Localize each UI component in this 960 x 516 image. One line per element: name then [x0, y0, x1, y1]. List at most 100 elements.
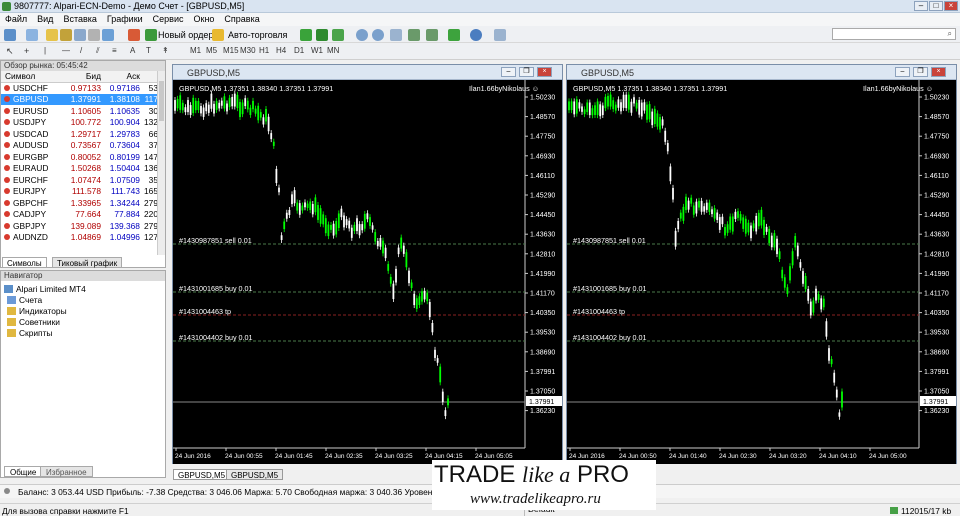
navigator-icon[interactable]: [74, 29, 86, 41]
maximize-button[interactable]: □: [929, 1, 943, 11]
symbol-row[interactable]: USDCAD 1.29717 1.29783 66: [1, 128, 158, 140]
indicators-icon[interactable]: [448, 29, 460, 41]
chart-2-minimize-button[interactable]: –: [895, 67, 910, 77]
candle-body: [213, 103, 215, 114]
chart-tab-1[interactable]: GBPUSD,M5: [173, 469, 231, 480]
terminal-icon[interactable]: [88, 29, 100, 41]
column-spread[interactable]: [139, 71, 158, 83]
chart-shift-icon[interactable]: [426, 29, 438, 41]
market-watch-icon[interactable]: [46, 29, 58, 41]
templates-icon[interactable]: [494, 29, 506, 41]
label-icon[interactable]: T: [146, 46, 151, 57]
text-icon[interactable]: A: [130, 46, 135, 57]
column-bid[interactable]: Бид: [62, 71, 101, 83]
timeframe-mn[interactable]: MN: [327, 46, 339, 57]
timeframe-w1[interactable]: W1: [311, 46, 323, 57]
navigator-root[interactable]: Alpari Limited MT4: [4, 284, 86, 294]
menu-charts[interactable]: Графики: [102, 13, 148, 25]
navigator-scripts[interactable]: Скрипты: [7, 328, 52, 338]
timeframe-h4[interactable]: H4: [276, 46, 286, 57]
vertical-line-icon[interactable]: |: [44, 46, 46, 57]
candle-body: [202, 107, 205, 117]
menu-file[interactable]: Файл: [0, 13, 32, 25]
zoom-in-icon[interactable]: [356, 29, 368, 41]
symbol-row[interactable]: GBPUSD 1.37991 1.38108 117: [1, 93, 158, 105]
line-chart-icon[interactable]: [332, 29, 344, 41]
autotrading-button[interactable]: Авто-торговля: [228, 30, 287, 40]
profiles-icon[interactable]: [26, 29, 38, 41]
symbol-row[interactable]: USDCHF 0.97133 0.97186 53: [1, 82, 158, 94]
tab-tick-chart[interactable]: Тиковый график: [52, 257, 123, 268]
timeframe-d1[interactable]: D1: [294, 46, 304, 57]
candle-body: [570, 101, 573, 111]
candle-body: [703, 206, 706, 212]
navigator-experts[interactable]: Советники: [7, 317, 60, 327]
channel-icon[interactable]: ⫽: [96, 46, 100, 57]
chart-2-close-button[interactable]: ×: [931, 67, 946, 77]
symbol-row[interactable]: USDJPY 100.772 100.904 132: [1, 117, 158, 129]
chart-1-minimize-button[interactable]: –: [501, 67, 516, 77]
column-symbol[interactable]: Символ: [1, 71, 62, 83]
trendline-icon[interactable]: /: [80, 46, 82, 57]
chart-tab-2[interactable]: GBPUSD,M5: [226, 469, 284, 480]
column-ask[interactable]: Аск: [100, 71, 140, 83]
chart-1-restore-button[interactable]: ❐: [519, 67, 534, 77]
menu-view[interactable]: Вид: [32, 13, 58, 25]
candle-body: [635, 102, 638, 109]
timeframe-m5[interactable]: M5: [206, 46, 217, 57]
horizontal-line-icon[interactable]: —: [62, 46, 70, 57]
periods-icon[interactable]: [470, 29, 482, 41]
symbol-cell: EURAUD: [1, 163, 62, 175]
symbol-row[interactable]: AUDUSD 0.73567 0.73604 37: [1, 140, 158, 152]
candle-body: [444, 410, 447, 417]
candle-body: [236, 94, 239, 109]
chart-2-canvas[interactable]: 1.50230 1.48570 1.47750 1.46930 1.46110 1.452…: [567, 80, 956, 464]
navigator-accounts[interactable]: Счета: [7, 295, 42, 305]
tile-windows-icon[interactable]: [390, 29, 402, 41]
market-watch-scrollbar[interactable]: [157, 71, 165, 255]
zoom-out-icon[interactable]: [372, 29, 384, 41]
symbol-row[interactable]: GBPCHF 1.33965 1.34244 279: [1, 197, 158, 209]
data-window-icon[interactable]: [60, 29, 72, 41]
symbol-row[interactable]: EURJPY 111.578 111.743 165: [1, 186, 158, 198]
candle-body: [692, 205, 695, 215]
navigator-indicators[interactable]: Индикаторы: [7, 306, 67, 316]
fibo-icon[interactable]: ≡: [112, 46, 117, 57]
candle-body: [337, 213, 340, 229]
timeframe-h1[interactable]: H1: [259, 46, 269, 57]
arrows-icon[interactable]: ↟: [162, 46, 169, 57]
bar-chart-icon[interactable]: [300, 29, 312, 41]
symbol-row[interactable]: EURUSD 1.10605 1.10635 30: [1, 105, 158, 117]
menu-tools[interactable]: Сервис: [148, 13, 189, 25]
minimize-button[interactable]: –: [914, 1, 928, 11]
close-button[interactable]: ×: [944, 1, 958, 11]
symbol-row[interactable]: EURCHF 1.07474 1.07509 35: [1, 174, 158, 186]
chart-2-restore-button[interactable]: ❐: [913, 67, 928, 77]
symbol-row[interactable]: GBPJPY 139.089 139.368 279: [1, 220, 158, 232]
autoscroll-icon[interactable]: [408, 29, 420, 41]
tester-icon[interactable]: [102, 29, 114, 41]
candles-icon[interactable]: [316, 29, 328, 41]
chart-1-canvas[interactable]: 1.50230 1.48570 1.47750 1.46930 1.46110 1.452…: [173, 80, 562, 464]
tab-symbols[interactable]: Символы: [2, 257, 47, 268]
new-chart-icon[interactable]: [4, 29, 16, 41]
tab-favorites[interactable]: Избранное: [40, 466, 93, 477]
symbol-row[interactable]: EURGBP 0.80052 0.80199 147: [1, 151, 158, 163]
watermark-brand-trade: TRADE: [434, 461, 516, 488]
symbol-row[interactable]: EURAUD 1.50268 1.50404 136: [1, 163, 158, 175]
tab-common[interactable]: Общие: [4, 466, 43, 477]
crosshair-icon[interactable]: +: [24, 46, 29, 57]
search-input[interactable]: ⌕: [832, 28, 956, 40]
symbol-row[interactable]: AUDNZD 1.04869 1.04996 127: [1, 232, 158, 244]
cursor-icon[interactable]: ↖: [6, 46, 14, 57]
editor-icon[interactable]: [128, 29, 140, 41]
chart-1-close-button[interactable]: ×: [537, 67, 552, 77]
menu-window[interactable]: Окно: [189, 13, 220, 25]
menu-insert[interactable]: Вставка: [58, 13, 101, 25]
symbol-row[interactable]: CADJPY 77.664 77.884 220: [1, 209, 158, 221]
timeframe-m30[interactable]: M30: [240, 46, 256, 57]
new-order-button[interactable]: Новый ордер: [158, 30, 213, 40]
timeframe-m1[interactable]: M1: [190, 46, 201, 57]
timeframe-m15[interactable]: M15: [223, 46, 239, 57]
menu-help[interactable]: Справка: [219, 13, 264, 25]
